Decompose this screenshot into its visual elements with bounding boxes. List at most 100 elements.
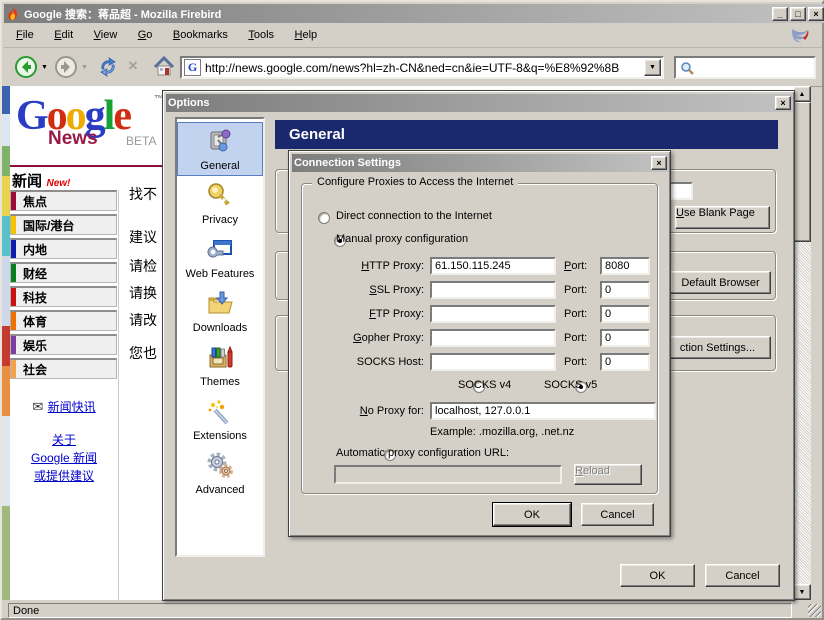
use-blank-page-button[interactable]: Use Blank Page: [675, 206, 770, 229]
page-text-fragment: 您也: [129, 343, 157, 363]
url-bar[interactable]: G http://news.google.com/news?hl=zh-CN&n…: [180, 56, 664, 79]
connection-cancel-button[interactable]: Cancel: [581, 503, 654, 526]
sidebar-item-tiyu[interactable]: 体育: [10, 310, 117, 331]
ftp-port-field[interactable]: [600, 305, 650, 323]
category-label[interactable]: 社会: [16, 361, 47, 378]
window-titlebar[interactable]: Google 搜索：蒋品超 - Mozilla Firebird _ □ ×: [4, 4, 824, 23]
scroll-up-arrow[interactable]: ▲: [793, 86, 811, 102]
url-text[interactable]: http://news.google.com/news?hl=zh-CN&ned…: [205, 61, 644, 75]
scroll-down-arrow[interactable]: ▼: [793, 584, 811, 600]
sidebar-item-jiaodian[interactable]: 焦点: [10, 190, 117, 211]
category-label[interactable]: 内地: [16, 241, 47, 258]
options-sidebar-general[interactable]: General: [177, 122, 263, 176]
menu-go[interactable]: Go: [130, 26, 161, 44]
search-input[interactable]: [674, 56, 816, 79]
category-label[interactable]: 体育: [16, 313, 47, 330]
back-dropdown-icon[interactable]: ▼: [41, 64, 48, 71]
news-alerts-link[interactable]: 新闻快讯: [48, 400, 96, 414]
page-scrollbar[interactable]: ▲ ▼: [793, 86, 811, 600]
browser-window: Google 搜索：蒋品超 - Mozilla Firebird _ □ × F…: [0, 0, 824, 620]
forward-dropdown-icon[interactable]: ▼: [81, 64, 88, 71]
default-browser-button[interactable]: Default Browser: [670, 271, 771, 294]
connection-titlebar[interactable]: Connection Settings ×: [292, 154, 669, 172]
page-text-fragment: 建议: [129, 227, 157, 247]
options-titlebar[interactable]: Options ×: [166, 94, 793, 112]
ssl-port-field[interactable]: [600, 281, 650, 299]
background-window-edge: [2, 86, 10, 600]
page-text-fragment: 请换: [129, 283, 157, 303]
category-label[interactable]: 财经: [16, 265, 47, 282]
envelope-icon: ✉: [32, 399, 43, 414]
category-label[interactable]: 娱乐: [16, 337, 47, 354]
forward-button[interactable]: [54, 55, 78, 84]
gopher-port-field[interactable]: [600, 329, 650, 347]
menu-edit[interactable]: Edit: [46, 26, 81, 44]
sidebar-item-keji[interactable]: 科技: [10, 286, 117, 307]
connection-ok-button[interactable]: OK: [493, 503, 571, 526]
menu-view[interactable]: View: [86, 26, 126, 44]
menu-file[interactable]: File: [8, 26, 42, 44]
http-port-field[interactable]: [600, 257, 650, 275]
stop-button[interactable]: ×: [128, 56, 138, 76]
auto-proxy-label[interactable]: Automatic proxy configuration URL:: [336, 447, 509, 459]
connection-close-button[interactable]: ×: [651, 156, 667, 170]
options-close-button[interactable]: ×: [775, 96, 791, 110]
status-bar: Done: [4, 600, 822, 620]
socks-v5-label[interactable]: SOCKS v5: [544, 379, 597, 391]
resize-grip[interactable]: [808, 604, 821, 617]
sidebar-item-shehui[interactable]: 社会: [10, 358, 117, 379]
scrollbar-thumb[interactable]: [793, 102, 811, 242]
socks-port-field[interactable]: [600, 353, 650, 371]
http-proxy-field[interactable]: [430, 257, 556, 275]
gopher-proxy-field[interactable]: [430, 329, 556, 347]
options-cancel-button[interactable]: Cancel: [705, 564, 780, 587]
direct-connection-radio[interactable]: [318, 212, 330, 224]
url-dropdown-button[interactable]: ▼: [644, 59, 661, 76]
maximize-button[interactable]: □: [790, 7, 806, 21]
about-link-1[interactable]: 关于: [52, 433, 76, 447]
direct-connection-label[interactable]: Direct connection to the Internet: [336, 210, 492, 222]
manual-proxy-label[interactable]: Manual proxy configuration: [336, 233, 468, 245]
about-link-3[interactable]: 或提供建议: [34, 469, 94, 483]
category-label[interactable]: 国际/港台: [16, 217, 74, 234]
home-button[interactable]: [152, 55, 176, 84]
menu-bookmarks[interactable]: Bookmarks: [165, 26, 236, 44]
no-proxy-example: Example: .mozilla.org, .net.nz: [430, 426, 574, 438]
socks-host-field[interactable]: [430, 353, 556, 371]
masthead: 新闻 New!: [12, 170, 70, 191]
options-ok-button[interactable]: OK: [620, 564, 695, 587]
options-sidebar-downloads[interactable]: Downloads: [177, 284, 263, 338]
ftp-proxy-field[interactable]: [430, 305, 556, 323]
socks-port-label: Port:: [564, 356, 587, 368]
sidebar-item-neidi[interactable]: 内地: [10, 238, 117, 259]
category-label[interactable]: 焦点: [16, 193, 47, 210]
sidebar-item-caijing[interactable]: 财经: [10, 262, 117, 283]
menu-help[interactable]: Help: [287, 26, 326, 44]
gears-icon: [205, 451, 235, 484]
options-sidebar-label: Web Features: [186, 268, 255, 280]
ssl-proxy-field[interactable]: [430, 281, 556, 299]
page-text-fragment: 请检: [129, 256, 157, 276]
options-sidebar-advanced[interactable]: Advanced: [177, 446, 263, 500]
back-button[interactable]: [14, 55, 38, 84]
no-proxy-field[interactable]: [430, 402, 656, 420]
options-sidebar-privacy[interactable]: Privacy: [177, 176, 263, 230]
socks-v4-label[interactable]: SOCKS v4: [458, 379, 511, 391]
sidebar-item-yule[interactable]: 娱乐: [10, 334, 117, 355]
auto-proxy-url-field: [334, 465, 562, 484]
sidebar-item-guoji[interactable]: 国际/港台: [10, 214, 117, 235]
options-sidebar-web-features[interactable]: Web Features: [177, 230, 263, 284]
options-sidebar-label: Advanced: [196, 484, 245, 496]
options-sidebar-themes[interactable]: Themes: [177, 338, 263, 392]
category-label[interactable]: 科技: [16, 289, 47, 306]
close-button[interactable]: ×: [808, 7, 824, 21]
about-link-2[interactable]: Google 新闻: [31, 451, 97, 465]
connection-settings-button[interactable]: ction Settings...: [664, 336, 771, 359]
menu-tools[interactable]: Tools: [240, 26, 282, 44]
options-sidebar-label: Privacy: [202, 214, 238, 226]
reload-button[interactable]: [96, 55, 120, 84]
minimize-button[interactable]: _: [772, 7, 788, 21]
options-sidebar-extensions[interactable]: Extensions: [177, 392, 263, 446]
ssl-port-label: Port:: [564, 284, 587, 296]
google-news-logo[interactable]: Google ™ News BETA: [16, 92, 166, 154]
